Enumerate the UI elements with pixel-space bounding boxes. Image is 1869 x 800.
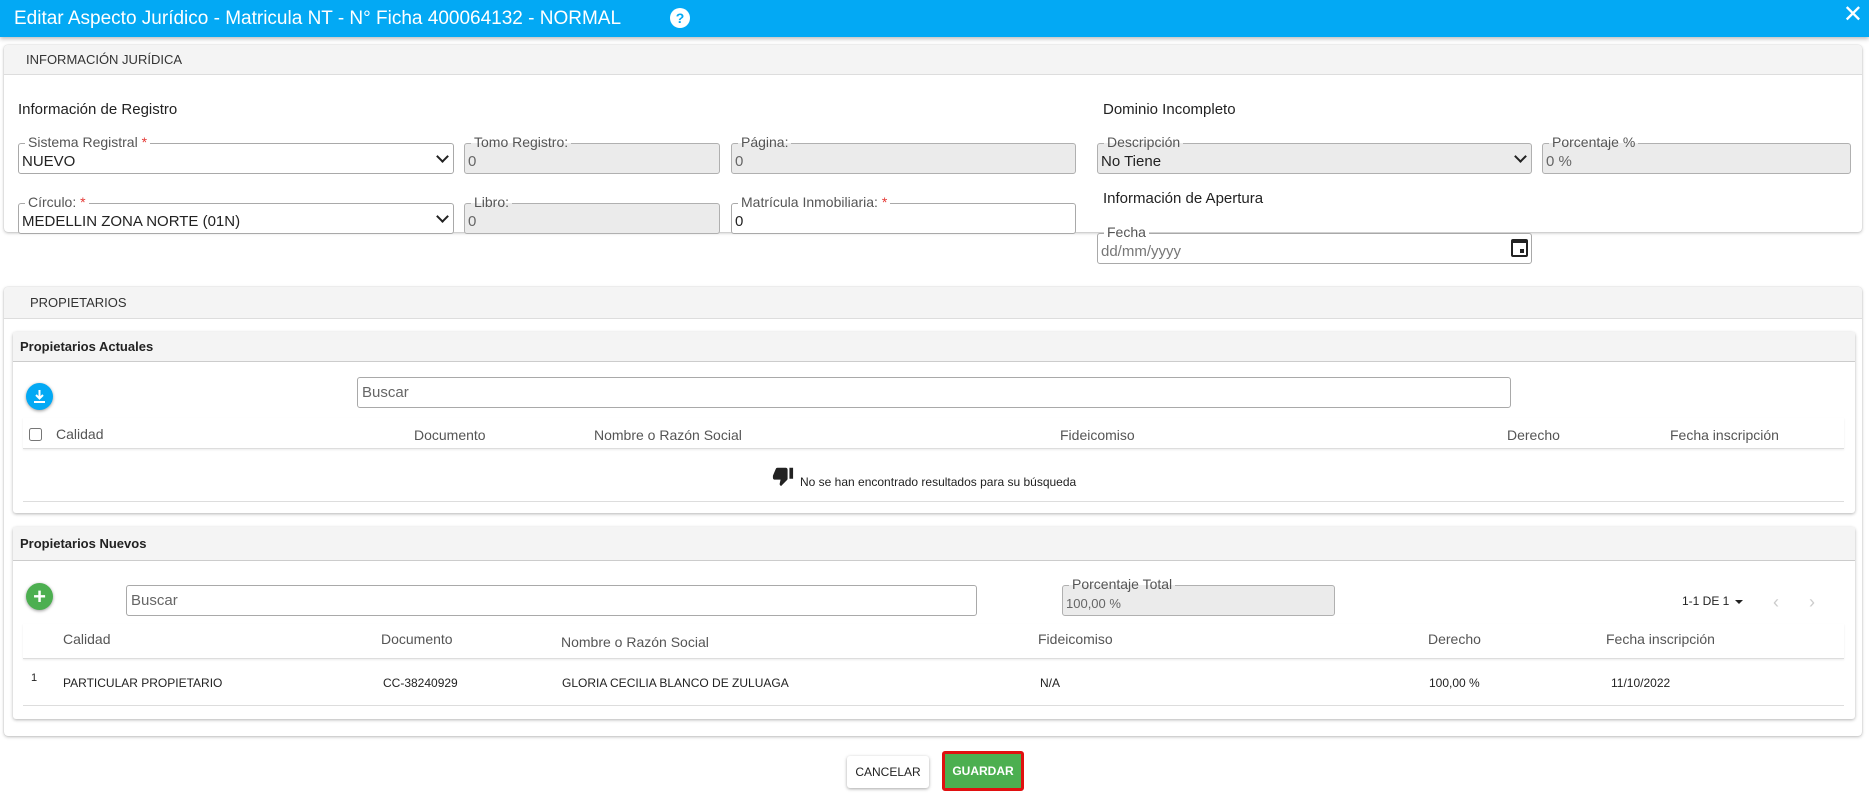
col-derecho[interactable]: Derecho — [1428, 631, 1481, 647]
empty-results: No se han encontrado resultados para su … — [23, 452, 1844, 502]
chevron-down-icon — [1514, 150, 1527, 163]
cell-documento: CC-38240929 — [383, 676, 458, 690]
circulo-label: Círculo: — [28, 194, 77, 210]
cancel-button[interactable]: CANCELAR — [847, 756, 929, 788]
sistema-registral-value: NUEVO — [22, 153, 76, 170]
row-index: 1 — [31, 672, 38, 684]
table-row[interactable]: 1 PARTICULAR PROPIETARIO CC-38240929 GLO… — [23, 660, 1844, 706]
fecha-input[interactable]: Fecha dd/mm/yyyy — [1097, 224, 1532, 264]
propietarios-nuevos-title: Propietarios Nuevos — [13, 527, 1855, 561]
apertura-title: Información de Apertura — [1103, 190, 1264, 207]
actuales-table-header: Calidad Documento Nombre o Razón Social … — [23, 418, 1844, 449]
libro-label: Libro: — [471, 194, 513, 210]
porcentaje-total-field: Porcentaje Total 100,00 % — [1062, 576, 1335, 616]
porcentaje-label: Porcentaje % — [1549, 134, 1639, 150]
col-nombre[interactable]: Nombre o Razón Social — [594, 427, 742, 443]
matricula-value: 0 — [735, 213, 744, 230]
matricula-label: Matrícula Inmobiliaria: — [741, 194, 878, 210]
porcentaje-field: Porcentaje % 0 % — [1542, 134, 1851, 174]
juridica-section-title: INFORMACIÓN JURÍDICA — [4, 45, 1862, 75]
tomo-registro-field: Tomo Registro: 0 — [464, 134, 720, 174]
nuevos-search[interactable] — [126, 585, 977, 616]
col-calidad[interactable]: Calidad — [56, 426, 103, 442]
help-icon[interactable]: ? — [670, 8, 690, 28]
select-all-checkbox[interactable] — [29, 428, 42, 441]
fecha-label: Fecha — [1104, 224, 1149, 240]
empty-message: No se han encontrado resultados para su … — [800, 475, 1077, 489]
chevron-down-icon — [436, 150, 449, 163]
sistema-registral-select[interactable]: Sistema Registral * NUEVO — [18, 134, 454, 174]
required-mark: * — [80, 194, 86, 210]
prev-page-icon[interactable]: ‹ — [1773, 592, 1779, 613]
registro-title: Información de Registro — [18, 101, 178, 118]
descripcion-label: Descripción — [1104, 134, 1184, 150]
add-owner-button[interactable]: + — [26, 583, 53, 610]
propietarios-section-title: PROPIETARIOS — [4, 287, 1862, 319]
close-icon[interactable]: ✕ — [1843, 3, 1863, 27]
libro-value: 0 — [468, 213, 477, 230]
circulo-select[interactable]: Círculo: * MEDELLIN ZONA NORTE (01N) — [18, 194, 454, 234]
sistema-registral-label: Sistema Registral — [28, 134, 138, 150]
save-button[interactable]: GUARDAR — [942, 751, 1024, 791]
col-fideicomiso[interactable]: Fideicomiso — [1038, 631, 1113, 647]
thumbs-down-icon — [772, 467, 794, 487]
pagina-field: Página: 0 — [731, 134, 1076, 174]
cell-fecha: 11/10/2022 — [1611, 676, 1671, 690]
nuevos-table-header: Calidad Documento Nombre o Razón Social … — [23, 624, 1844, 659]
cell-fideicomiso: N/A — [1040, 676, 1061, 690]
cell-calidad: PARTICULAR PROPIETARIO — [63, 676, 223, 690]
porcentaje-total-label: Porcentaje Total — [1069, 576, 1176, 592]
tomo-registro-value: 0 — [468, 153, 477, 170]
propietarios-actuales-title: Propietarios Actuales — [13, 332, 1855, 362]
col-documento[interactable]: Documento — [414, 427, 486, 443]
cell-derecho: 100,00 % — [1429, 676, 1480, 690]
actuales-search-input[interactable] — [358, 378, 1510, 407]
col-nombre[interactable]: Nombre o Razón Social — [561, 634, 709, 650]
required-mark: * — [881, 194, 888, 210]
pagina-label: Página: — [738, 134, 792, 150]
pagina-value: 0 — [735, 153, 744, 170]
plus-icon: + — [33, 583, 46, 609]
chevron-down-icon — [436, 210, 449, 223]
col-calidad[interactable]: Calidad — [63, 631, 110, 647]
cell-nombre: GLORIA CECILIA BLANCO DE ZULUAGA — [562, 676, 789, 690]
col-fecha-inscripcion[interactable]: Fecha inscripción — [1606, 631, 1715, 647]
pagination-label: 1-1 DE 1 — [1682, 594, 1730, 608]
required-mark: * — [141, 134, 148, 150]
actuales-search[interactable] — [357, 377, 1511, 408]
fecha-placeholder: dd/mm/yyyy — [1101, 243, 1182, 260]
download-button[interactable] — [26, 383, 53, 410]
dominio-title: Dominio Incompleto — [1103, 101, 1236, 118]
porcentaje-value: 0 % — [1546, 153, 1572, 170]
calendar-icon[interactable] — [1511, 239, 1528, 257]
next-page-icon[interactable]: › — [1809, 592, 1815, 613]
descripcion-value: No Tiene — [1101, 153, 1162, 170]
descripcion-select[interactable]: Descripción No Tiene — [1097, 134, 1532, 174]
nuevos-search-input[interactable] — [127, 586, 976, 615]
download-icon — [34, 390, 45, 403]
circulo-value: MEDELLIN ZONA NORTE (01N) — [22, 213, 241, 230]
col-fecha-inscripcion[interactable]: Fecha inscripción — [1670, 427, 1779, 443]
tomo-registro-label: Tomo Registro: — [471, 134, 572, 150]
col-derecho[interactable]: Derecho — [1507, 427, 1560, 443]
libro-field: Libro: 0 — [464, 194, 720, 234]
dialog-header: Editar Aspecto Jurídico - Matricula NT -… — [0, 0, 1869, 37]
col-documento[interactable]: Documento — [381, 631, 453, 647]
porcentaje-total-value: 100,00 % — [1066, 596, 1121, 611]
col-fideicomiso[interactable]: Fideicomiso — [1060, 427, 1135, 443]
pagination-selector[interactable]: 1-1 DE 1 — [1682, 594, 1743, 608]
matricula-inmobiliaria-field[interactable]: Matrícula Inmobiliaria: * 0 — [731, 194, 1076, 234]
dialog-title: Editar Aspecto Jurídico - Matricula NT -… — [14, 7, 622, 29]
caret-down-icon — [1734, 599, 1743, 604]
